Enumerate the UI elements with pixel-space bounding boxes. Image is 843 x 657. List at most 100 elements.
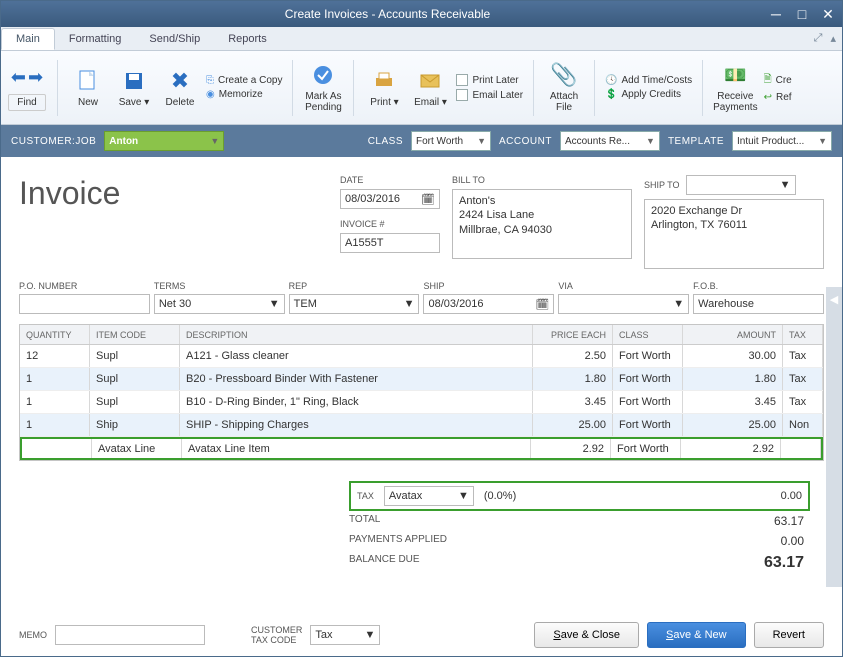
tax-label: TAX <box>357 491 374 501</box>
titlebar: Create Invoices - Accounts Receivable ─ … <box>1 1 842 27</box>
column-quantity[interactable]: QUANTITY <box>20 325 90 344</box>
customer-tax-code-label: CUSTOMER TAX CODE <box>251 625 302 645</box>
column-item[interactable]: ITEM CODE <box>90 325 180 344</box>
tab-formatting[interactable]: Formatting <box>55 29 136 49</box>
tab-reports[interactable]: Reports <box>214 29 281 49</box>
copy-icon: ⎘ <box>206 75 214 86</box>
po-field[interactable] <box>19 294 150 314</box>
paperclip-icon: 📎 <box>551 62 577 88</box>
tab-sendship[interactable]: Send/Ship <box>135 29 214 49</box>
column-tax[interactable]: TAX <box>783 325 823 344</box>
invoice-no-label: INVOICE # <box>340 219 440 229</box>
tax-summary-row: TAX Avatax▼ (0.0%) 0.00 <box>349 481 810 511</box>
fob-field[interactable]: Warehouse <box>693 294 824 314</box>
tax-item-dropdown[interactable]: Avatax▼ <box>384 486 474 506</box>
find-button[interactable]: ⬅ ➡ Find <box>7 65 47 111</box>
arrow-right-icon[interactable]: ➡ <box>28 67 43 88</box>
checkbox-icon <box>456 89 468 101</box>
chevron-left-icon: ◀ <box>830 293 838 306</box>
save-button[interactable]: Save ▾ <box>114 68 154 108</box>
window-title: Create Invoices - Accounts Receivable <box>7 7 768 21</box>
check-circle-icon <box>310 62 336 88</box>
credits-icon: 💲 <box>605 89 617 100</box>
print-later-checkbox[interactable]: Print Later <box>456 74 523 86</box>
customer-tax-code-dropdown[interactable]: Tax▼ <box>310 625 380 645</box>
page-title: Invoice <box>19 175 328 269</box>
print-icon <box>371 68 397 94</box>
balance-value: 63.17 <box>764 554 804 572</box>
email-icon <box>417 68 443 94</box>
ship-to-dropdown[interactable]: ▼ <box>686 175 796 195</box>
column-price[interactable]: PRICE EACH <box>533 325 613 344</box>
table-row[interactable]: 1SuplB20 - Pressboard Binder With Fasten… <box>20 368 823 391</box>
refund-button[interactable]: ↩ Ref <box>764 92 792 103</box>
table-row[interactable]: 12SuplA121 - Glass cleaner2.50Fort Worth… <box>20 345 823 368</box>
table-row[interactable]: 1SuplB10 - D-Ring Binder, 1" Ring, Black… <box>20 391 823 414</box>
clock-icon: 🕓 <box>605 75 617 86</box>
memorize-button[interactable]: ◉ Memorize <box>206 89 282 100</box>
checkbox-icon <box>456 74 468 86</box>
table-row[interactable]: 1ShipSHIP - Shipping Charges25.00Fort Wo… <box>20 414 823 437</box>
create-copy-button[interactable]: ⎘ Create a Copy <box>206 75 282 86</box>
ship-to-address[interactable]: 2020 Exchange Dr Arlington, TX 76011 <box>644 199 824 269</box>
invoice-no-field[interactable]: A1555T <box>340 233 440 253</box>
maximize-icon[interactable]: □ <box>794 6 810 23</box>
expand-icon[interactable]: ⤢ <box>814 32 823 45</box>
payments-label: PAYMENTS APPLIED <box>349 534 447 548</box>
minimize-icon[interactable]: ─ <box>768 6 784 23</box>
apply-credits-button[interactable]: 💲 Apply Credits <box>605 89 692 100</box>
email-later-checkbox[interactable]: Email Later <box>456 89 523 101</box>
delete-icon: ✖ <box>167 68 193 94</box>
ship-date-label: SHIP <box>423 281 554 291</box>
line-items-table: QUANTITY ITEM CODE DESCRIPTION PRICE EAC… <box>19 324 824 461</box>
rep-label: REP <box>289 281 420 291</box>
ship-date-field[interactable]: 08/03/2016🗓 <box>423 294 554 314</box>
tab-main[interactable]: Main <box>1 28 55 50</box>
fob-label: F.O.B. <box>693 281 824 291</box>
account-dropdown[interactable]: Accounts Re...▼ <box>560 131 660 151</box>
template-label: TEMPLATE <box>668 136 724 147</box>
memorize-icon: ◉ <box>206 89 215 100</box>
table-row[interactable]: Avatax LineAvatax Line Item2.92Fort Wort… <box>20 437 823 460</box>
chevron-up-icon[interactable]: ▴ <box>830 32 836 45</box>
email-button[interactable]: Email ▾ <box>410 68 450 108</box>
column-amount[interactable]: AMOUNT <box>683 325 783 344</box>
receive-payments-button[interactable]: 💵 Receive Payments <box>713 62 757 113</box>
date-field[interactable]: 08/03/2016 🗓 <box>340 189 440 209</box>
date-label: DATE <box>340 175 440 185</box>
context-bar: CUSTOMER:JOB Anton▼ CLASS Fort Worth▼ AC… <box>1 125 842 157</box>
terms-dropdown[interactable]: Net 30▼ <box>154 294 285 314</box>
save-close-button[interactable]: Save & Close <box>534 622 639 648</box>
ship-to-label: SHIP TO <box>644 180 680 190</box>
close-icon[interactable]: ✕ <box>820 6 836 23</box>
rep-dropdown[interactable]: TEM▼ <box>289 294 420 314</box>
new-button[interactable]: New <box>68 68 108 108</box>
template-dropdown[interactable]: Intuit Product...▼ <box>732 131 832 151</box>
account-label: ACCOUNT <box>499 136 552 147</box>
column-class[interactable]: CLASS <box>613 325 683 344</box>
mark-pending-button[interactable]: Mark As Pending <box>303 62 343 113</box>
memo-field[interactable] <box>55 625 205 645</box>
print-button[interactable]: Print ▾ <box>364 68 404 108</box>
delete-button[interactable]: ✖ Delete <box>160 68 200 108</box>
arrow-left-icon[interactable]: ⬅ <box>11 67 26 88</box>
revert-button[interactable]: Revert <box>754 622 824 648</box>
po-label: P.O. NUMBER <box>19 281 150 291</box>
customer-dropdown[interactable]: Anton▼ <box>104 131 224 151</box>
side-panel-toggle[interactable]: ◀ <box>826 287 842 587</box>
credit-button[interactable]: 🗎 Cre <box>764 72 792 89</box>
bill-to-address[interactable]: Anton's 2424 Lisa Lane Millbrae, CA 9403… <box>452 189 632 259</box>
attach-file-button[interactable]: 📎 Attach File <box>544 62 584 113</box>
via-dropdown[interactable]: ▼ <box>558 294 689 314</box>
column-description[interactable]: DESCRIPTION <box>180 325 533 344</box>
calendar-icon[interactable]: 🗓 <box>421 193 435 206</box>
customer-job-label: CUSTOMER:JOB <box>11 136 96 147</box>
doc-icon: 🗎 <box>764 72 772 89</box>
save-new-button[interactable]: Save & New <box>647 622 746 648</box>
terms-label: TERMS <box>154 281 285 291</box>
new-icon <box>75 68 101 94</box>
bill-to-label: BILL TO <box>452 175 632 185</box>
class-dropdown[interactable]: Fort Worth▼ <box>411 131 491 151</box>
calendar-icon[interactable]: 🗓 <box>535 298 549 311</box>
add-time-costs-button[interactable]: 🕓 Add Time/Costs <box>605 75 692 86</box>
